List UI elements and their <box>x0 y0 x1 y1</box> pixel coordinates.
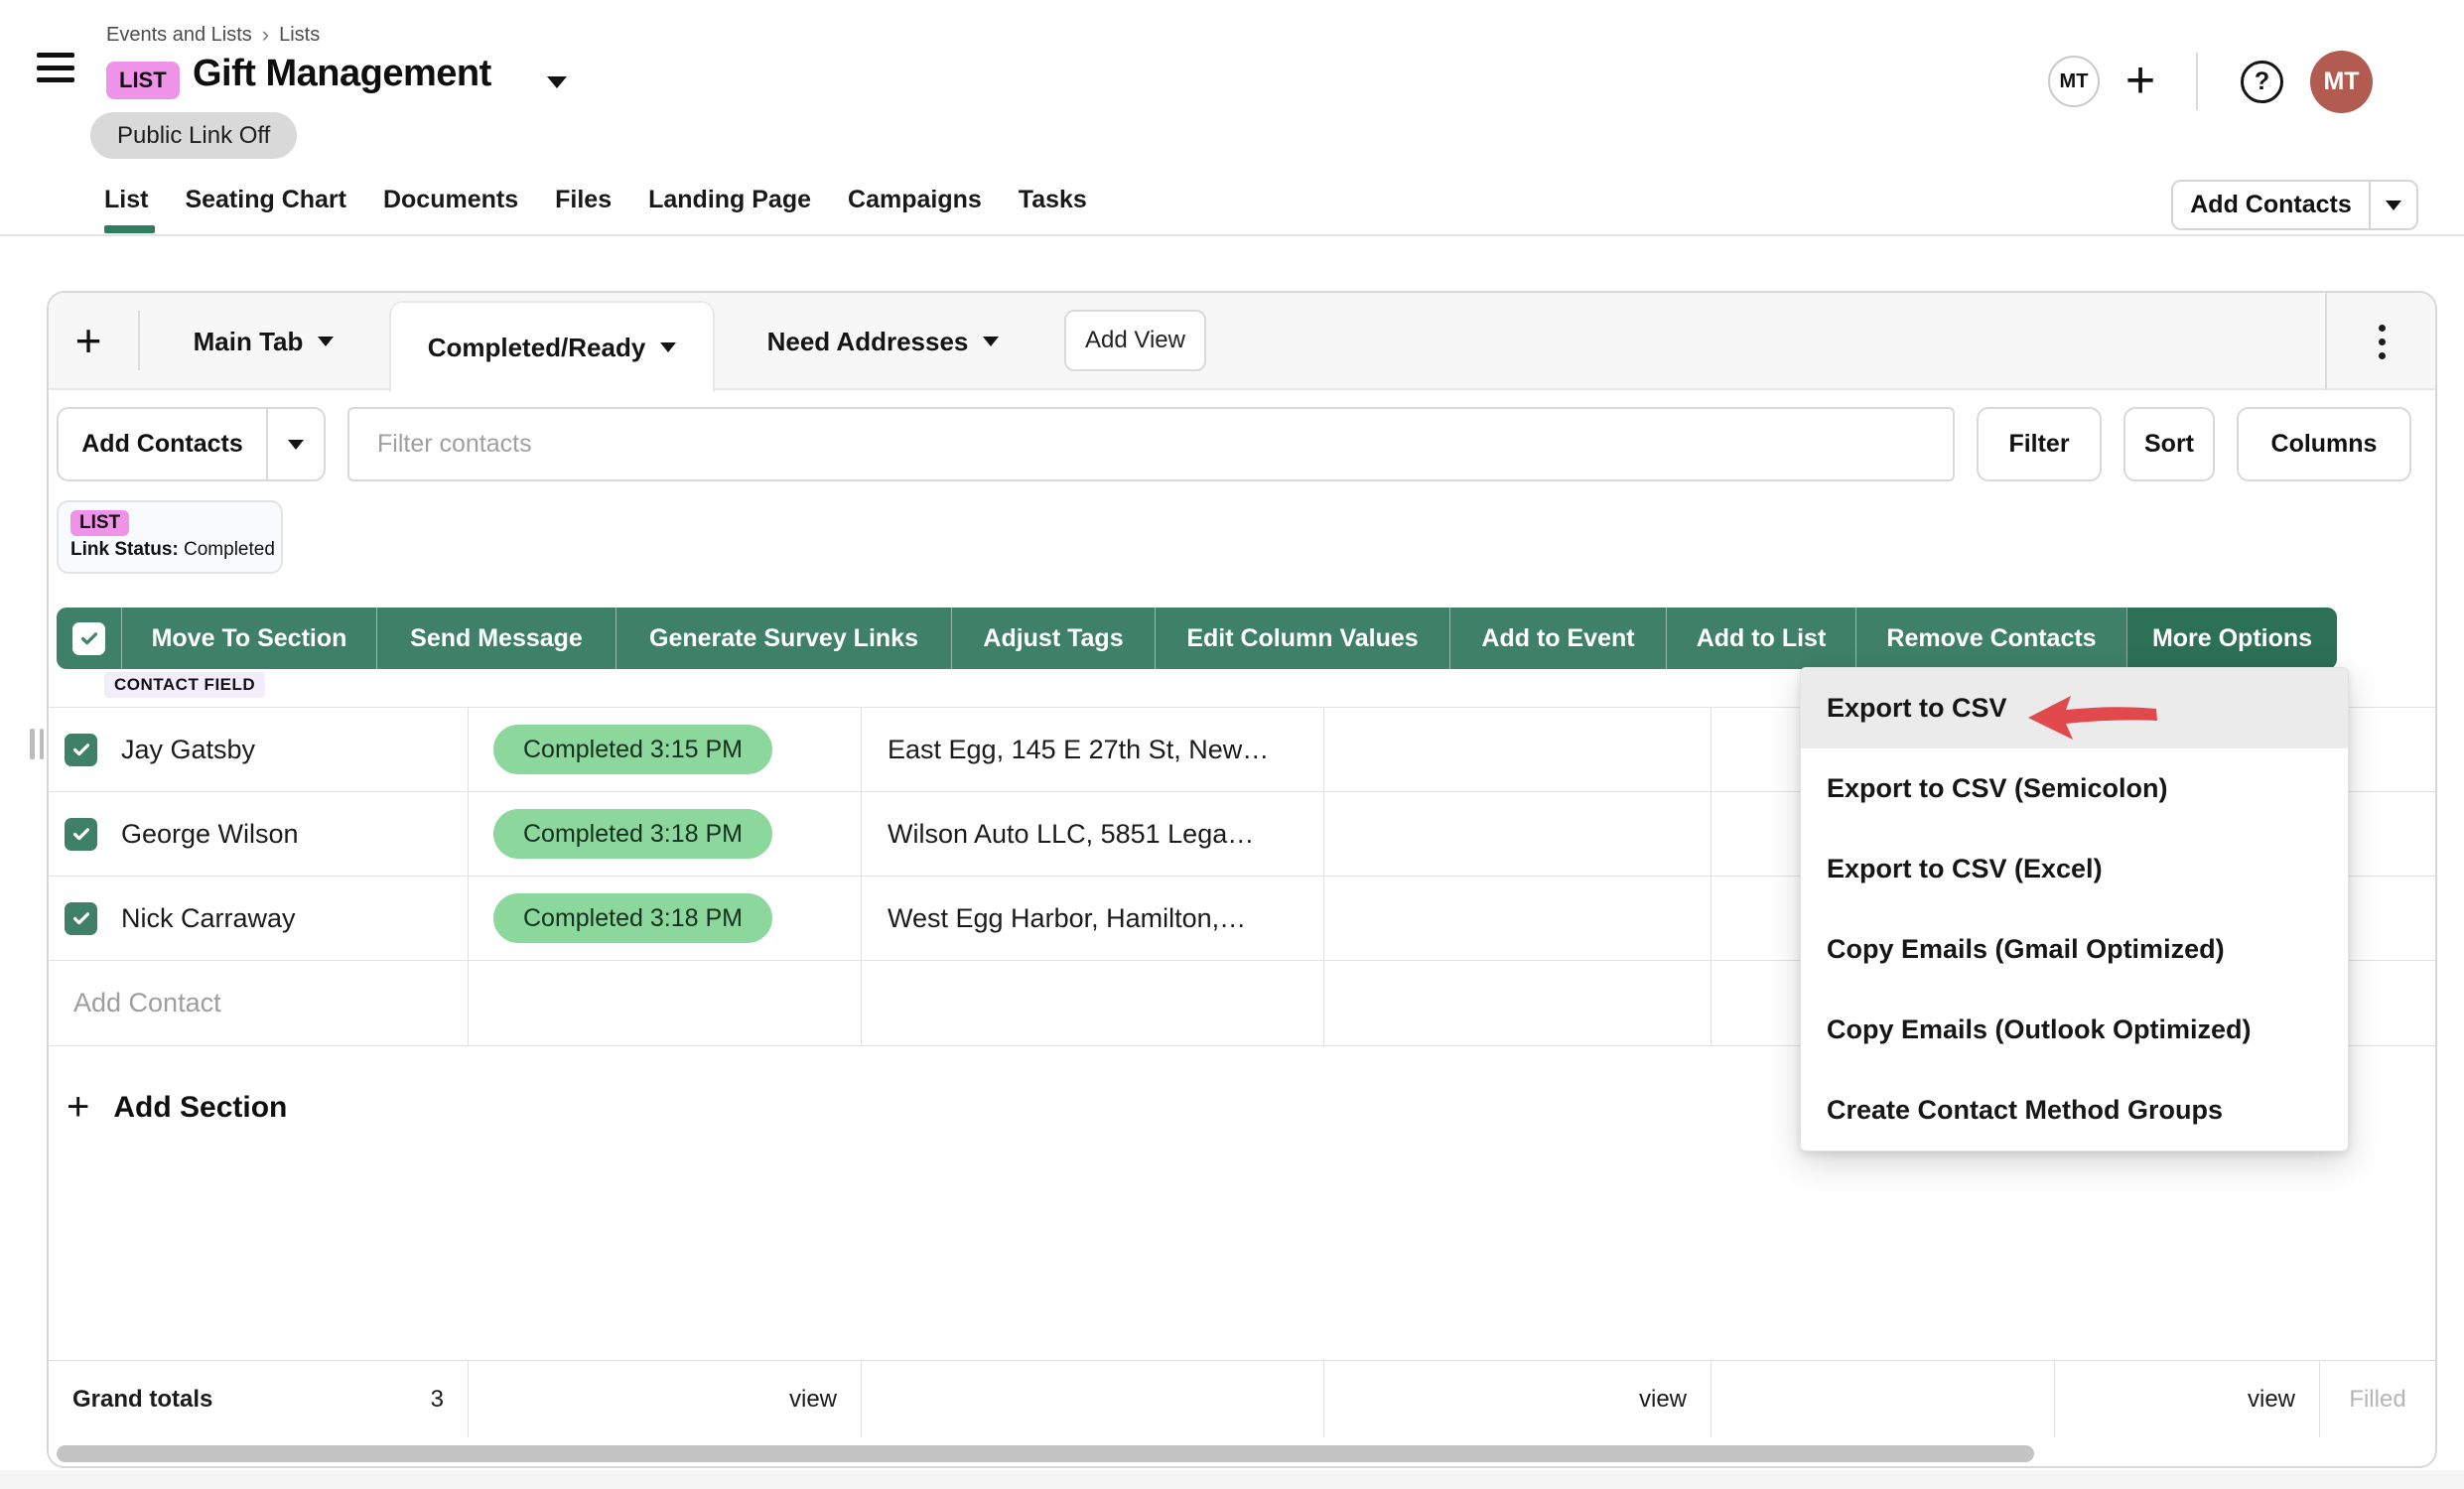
grand-totals-label: Grand totals <box>72 1386 212 1414</box>
nav-tab-list[interactable]: List <box>104 186 148 214</box>
row-checkbox[interactable] <box>65 818 97 851</box>
menu-item-copy-emails-gmail[interactable]: Copy Emails (Gmail Optimized) <box>1801 909 2348 990</box>
row-drag-handle-icon[interactable] <box>30 729 44 759</box>
menu-item-create-contact-method-groups[interactable]: Create Contact Method Groups <box>1801 1070 2348 1151</box>
more-options-menu: Export to CSV Export to CSV (Semicolon) … <box>1800 667 2349 1151</box>
add-contacts-split-caret-icon[interactable] <box>268 409 324 479</box>
add-contacts-button[interactable]: Add Contacts <box>57 407 326 481</box>
breadcrumb-separator-icon: › <box>262 22 269 48</box>
add-new-icon[interactable]: + <box>2115 52 2166 109</box>
nav-tab-seating-chart[interactable]: Seating Chart <box>185 186 346 214</box>
address-cell[interactable]: Wilson Auto LLC, 5851 Lega… <box>862 792 1324 876</box>
action-edit-column-values[interactable]: Edit Column Values <box>1155 608 1449 669</box>
public-link-status-pill[interactable]: Public Link Off <box>90 112 297 159</box>
view-link[interactable]: view <box>789 1386 837 1414</box>
filled-cell: Filled <box>2320 1361 2435 1437</box>
contact-name-cell[interactable]: George Wilson <box>49 792 469 876</box>
link-status-chip[interactable]: LIST Link Status: Completed <box>57 500 283 574</box>
status-badge: Completed 3:15 PM <box>493 725 772 774</box>
filter-button[interactable]: Filter <box>1977 407 2102 481</box>
status-badge: Completed 3:18 PM <box>493 893 772 943</box>
bulk-action-bar: Move To Section Send Message Generate Su… <box>57 608 2337 669</box>
breadcrumb: Events and Lists › Lists <box>106 22 320 48</box>
view-link[interactable]: view <box>1639 1386 1687 1414</box>
menu-item-copy-emails-outlook[interactable]: Copy Emails (Outlook Optimized) <box>1801 990 2348 1070</box>
grand-totals-row: Grand totals 3 view view view Filled <box>49 1360 2435 1437</box>
header-bottom-divider <box>0 234 2464 236</box>
add-contact-input[interactable]: Add Contact <box>49 961 469 1045</box>
address-cell[interactable]: East Egg, 145 E 27th St, New… <box>862 708 1324 791</box>
action-adjust-tags[interactable]: Adjust Tags <box>951 608 1155 669</box>
list-type-badge: LIST <box>106 62 180 99</box>
nav-tab-files[interactable]: Files <box>555 186 612 214</box>
view-link[interactable]: view <box>2248 1386 2295 1414</box>
add-contacts-button-header[interactable]: Add Contacts <box>2171 180 2418 230</box>
chip-value: Completed <box>184 539 275 560</box>
header-divider <box>2196 53 2198 110</box>
nav-tab-landing-page[interactable]: Landing Page <box>648 186 811 214</box>
action-add-to-event[interactable]: Add to Event <box>1449 608 1666 669</box>
add-tab-button[interactable]: + <box>61 309 116 372</box>
action-move-to-section[interactable]: Move To Section <box>121 608 376 669</box>
select-all-cell <box>57 608 121 669</box>
title-dropdown-caret-icon[interactable] <box>547 76 567 88</box>
tab-caret-icon <box>318 337 334 346</box>
contact-name-cell[interactable]: Jay Gatsby <box>49 708 469 791</box>
columns-button[interactable]: Columns <box>2237 407 2411 481</box>
nav-tab-campaigns[interactable]: Campaigns <box>848 186 982 214</box>
horizontal-scrollbar[interactable] <box>57 1445 2034 1462</box>
menu-item-export-to-csv-semicolon[interactable]: Export to CSV (Semicolon) <box>1801 748 2348 829</box>
sort-button[interactable]: Sort <box>2123 407 2215 481</box>
add-contacts-caret-icon[interactable] <box>2371 182 2416 228</box>
status-cell[interactable]: Completed 3:18 PM <box>469 792 862 876</box>
more-menu-kebab-icon[interactable] <box>2327 293 2436 390</box>
status-cell[interactable]: Completed 3:18 PM <box>469 877 862 960</box>
nav-tab-tasks[interactable]: Tasks <box>1019 186 1087 214</box>
add-view-button[interactable]: Add View <box>1064 310 1206 371</box>
active-tab-underline <box>104 225 155 233</box>
grand-totals-count: 3 <box>431 1386 444 1414</box>
action-more-options[interactable]: More Options <box>2126 608 2337 669</box>
breadcrumb-events-and-lists[interactable]: Events and Lists <box>106 24 252 47</box>
nav-tabs: List Seating Chart Documents Files Landi… <box>104 173 1087 226</box>
action-generate-survey-links[interactable]: Generate Survey Links <box>616 608 951 669</box>
workspace-avatar[interactable]: MT <box>2048 56 2100 107</box>
help-icon[interactable]: ? <box>2241 61 2283 103</box>
chip-list-badge: LIST <box>70 510 129 536</box>
page-title: Gift Management <box>193 53 491 95</box>
address-cell[interactable]: West Egg Harbor, Hamilton,… <box>862 877 1324 960</box>
chip-label: Link Status: <box>70 539 179 560</box>
status-badge: Completed 3:18 PM <box>493 809 772 859</box>
row-checkbox[interactable] <box>65 902 97 935</box>
tab-caret-icon <box>660 342 676 352</box>
view-tab-main-tab[interactable]: Main Tab <box>138 293 389 390</box>
contact-name-cell[interactable]: Nick Carraway <box>49 877 469 960</box>
select-all-checkbox[interactable] <box>72 622 105 655</box>
user-avatar[interactable]: MT <box>2310 51 2373 113</box>
plus-icon: + <box>67 1085 89 1130</box>
list-toolbar: Add Contacts Filter Sort Columns <box>57 407 2423 481</box>
filter-contacts-input[interactable] <box>347 407 1955 481</box>
tab-caret-icon <box>983 337 999 346</box>
page-footer-band <box>0 1470 2464 1489</box>
breadcrumb-lists[interactable]: Lists <box>279 24 320 47</box>
view-tab-need-addresses[interactable]: Need Addresses <box>715 293 1051 390</box>
hamburger-icon <box>37 53 74 58</box>
menu-item-export-to-csv[interactable]: Export to CSV <box>1801 668 2348 748</box>
nav-tab-documents[interactable]: Documents <box>383 186 518 214</box>
action-send-message[interactable]: Send Message <box>376 608 616 669</box>
action-remove-contacts[interactable]: Remove Contacts <box>1855 608 2126 669</box>
view-tab-completed-ready[interactable]: Completed/Ready <box>389 301 715 392</box>
menu-button[interactable] <box>37 53 74 82</box>
action-add-to-list[interactable]: Add to List <box>1666 608 1855 669</box>
add-section-button[interactable]: + Add Section <box>67 1085 287 1130</box>
status-cell[interactable]: Completed 3:15 PM <box>469 708 862 791</box>
row-checkbox[interactable] <box>65 734 97 766</box>
menu-item-export-to-csv-excel[interactable]: Export to CSV (Excel) <box>1801 829 2348 909</box>
contact-field-column-header: CONTACT FIELD <box>104 672 265 698</box>
